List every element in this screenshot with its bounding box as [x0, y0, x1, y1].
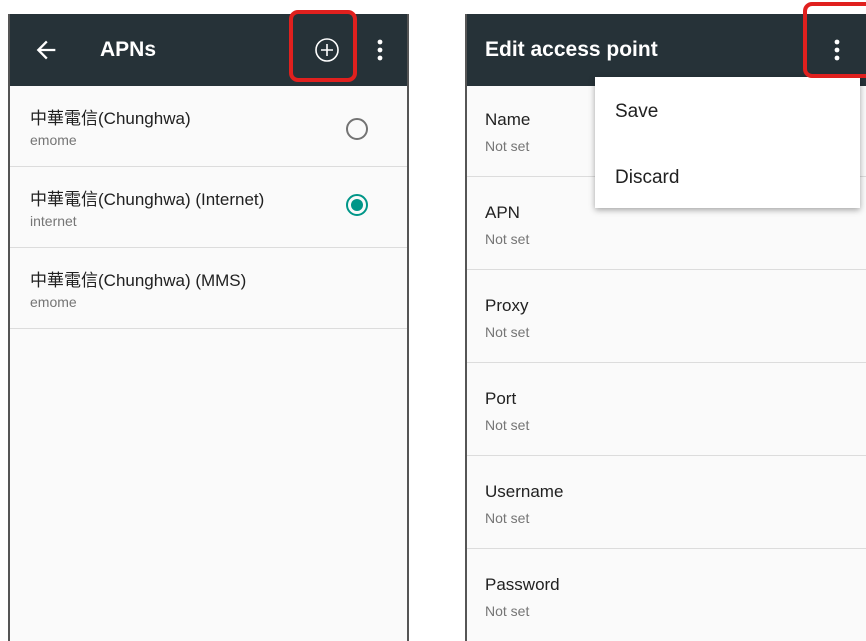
more-vertical-icon[interactable] — [376, 38, 384, 62]
field-proxy[interactable]: Proxy Not set — [467, 270, 866, 363]
apn-name: 中華電信(Chunghwa) (MMS) — [30, 271, 247, 290]
apn-item[interactable]: 中華電信(Chunghwa) emome — [10, 86, 407, 167]
field-label: APN — [485, 203, 520, 222]
apn-name: 中華電信(Chunghwa) (Internet) — [30, 190, 265, 209]
menu-item-save[interactable]: Save — [615, 101, 658, 123]
field-label: Password — [485, 575, 560, 594]
menu-item-discard[interactable]: Discard — [615, 167, 679, 189]
back-arrow-icon[interactable] — [32, 36, 60, 64]
page-title: APNs — [100, 38, 157, 61]
field-label: Proxy — [485, 296, 529, 315]
page-title: Edit access point — [485, 38, 658, 61]
apn-value: internet — [30, 213, 77, 229]
field-value: Not set — [485, 510, 530, 526]
field-port[interactable]: Port Not set — [467, 363, 866, 456]
field-password[interactable]: Password Not set — [467, 549, 866, 641]
apn-value: emome — [30, 294, 77, 310]
add-button-highlight — [289, 10, 357, 82]
field-label: Port — [485, 389, 517, 408]
field-value: Not set — [485, 231, 530, 247]
overflow-menu: Save Discard — [595, 77, 860, 208]
apn-item[interactable]: 中華電信(Chunghwa) (MMS) emome — [10, 248, 407, 329]
field-label: Name — [485, 110, 531, 129]
radio-button[interactable] — [346, 118, 368, 140]
apn-item[interactable]: 中華電信(Chunghwa) (Internet) internet — [10, 167, 407, 248]
field-value: Not set — [485, 417, 530, 433]
field-value: Not set — [485, 324, 530, 340]
field-value: Not set — [485, 603, 530, 619]
field-username[interactable]: Username Not set — [467, 456, 866, 549]
more-button-highlight — [803, 2, 866, 78]
apn-list-screen: APNs 中華電信(Chunghwa) emome 中華電信(Chunghwa)… — [8, 14, 409, 641]
field-label: Username — [485, 482, 564, 501]
radio-button-selected[interactable] — [346, 194, 368, 216]
apn-name: 中華電信(Chunghwa) — [30, 109, 191, 128]
field-value: Not set — [485, 138, 530, 154]
apn-value: emome — [30, 132, 77, 148]
